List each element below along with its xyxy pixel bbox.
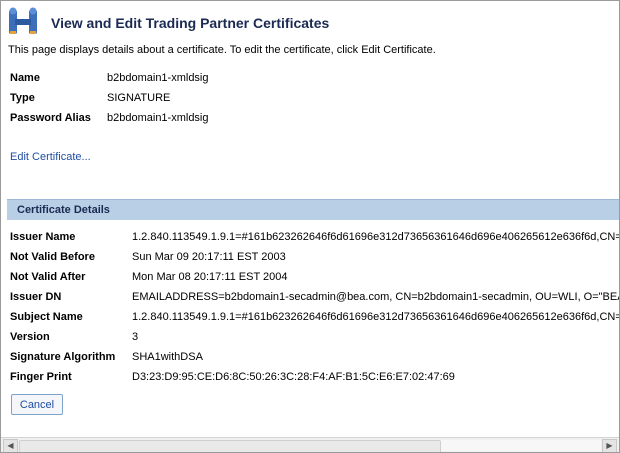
detail-label: Issuer DN [10, 291, 62, 303]
section-title: Certificate Details [17, 204, 110, 216]
detail-row-issuer-name: Issuer Name 1.2.840.113549.1.9.1=#161b62… [10, 229, 620, 249]
certificate-page: View and Edit Trading Partner Certificat… [0, 0, 620, 453]
certificate-properties: Name b2bdomain1-xmldsig Type SIGNATURE P… [10, 70, 410, 130]
detail-row-issuer-dn: Issuer DN EMAILADDRESS=b2bdomain1-secadm… [10, 289, 620, 309]
detail-row-not-valid-after: Not Valid After Mon Mar 08 20:17:11 EST … [10, 269, 619, 289]
page-description: This page displays details about a certi… [8, 44, 436, 56]
detail-row-signature-algorithm: Signature Algorithm SHA1withDSA [10, 349, 619, 369]
detail-label: Signature Algorithm [10, 351, 116, 363]
edit-certificate-link[interactable]: Edit Certificate... [10, 151, 91, 163]
detail-value: D3:23:D9:95:CE:D6:8C:50:26:3C:28:F4:AF:B… [132, 371, 455, 383]
detail-label: Not Valid Before [10, 251, 95, 263]
property-row-type: Type SIGNATURE [10, 90, 410, 110]
property-value: b2bdomain1-xmldsig [107, 112, 209, 124]
detail-value: Mon Mar 08 20:17:11 EST 2004 [132, 271, 288, 283]
detail-label: Finger Print [10, 371, 72, 383]
certificate-details-header: Certificate Details [7, 199, 619, 220]
detail-value: 3 [132, 331, 139, 343]
detail-label: Issuer Name [10, 231, 76, 243]
detail-label: Version [10, 331, 50, 343]
certificate-details: Issuer Name 1.2.840.113549.1.9.1=#161b62… [10, 229, 620, 389]
detail-label: Subject Name [10, 311, 83, 323]
property-value: SIGNATURE [107, 92, 171, 104]
detail-value: 1.2.840.113549.1.9.1=#161b623262646f6d61… [132, 231, 620, 243]
detail-row-version: Version 3 [10, 329, 619, 349]
page-header: View and Edit Trading Partner Certificat… [7, 7, 607, 39]
detail-value: Sun Mar 09 20:17:11 EST 2003 [132, 251, 286, 263]
cancel-button[interactable]: Cancel [11, 394, 63, 415]
property-row-password-alias: Password Alias b2bdomain1-xmldsig [10, 110, 410, 130]
detail-label: Not Valid After [10, 271, 86, 283]
scroll-track[interactable] [19, 440, 601, 452]
detail-value: EMAILADDRESS=b2bdomain1-secadmin@bea.com… [132, 291, 620, 303]
property-value: b2bdomain1-xmldsig [107, 72, 209, 84]
property-label: Password Alias [10, 112, 91, 124]
property-label: Name [10, 72, 40, 84]
detail-row-subject-name: Subject Name 1.2.840.113549.1.9.1=#161b6… [10, 309, 620, 329]
horizontal-scrollbar[interactable]: ◀ ▶ [1, 437, 619, 452]
detail-row-not-valid-before: Not Valid Before Sun Mar 09 20:17:11 EST… [10, 249, 619, 269]
property-label: Type [10, 92, 35, 104]
detail-row-finger-print: Finger Print D3:23:D9:95:CE:D6:8C:50:26:… [10, 369, 619, 389]
arrow-left-icon[interactable]: ◀ [3, 439, 18, 452]
detail-value: SHA1withDSA [132, 351, 203, 363]
detail-value: 1.2.840.113549.1.9.1=#161b623262646f6d61… [132, 311, 620, 323]
property-row-name: Name b2bdomain1-xmldsig [10, 70, 410, 90]
scroll-thumb[interactable] [19, 440, 441, 452]
trading-partners-icon [9, 7, 37, 34]
arrow-right-icon[interactable]: ▶ [602, 439, 617, 452]
page-title: View and Edit Trading Partner Certificat… [51, 15, 330, 31]
